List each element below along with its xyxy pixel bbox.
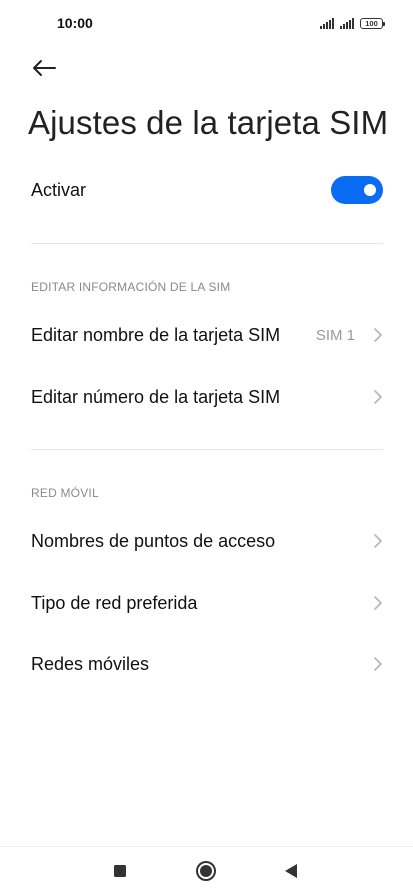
battery-level: 100	[365, 18, 378, 28]
apn-label: Nombres de puntos de acceso	[31, 530, 276, 551]
preferred-network-label: Tipo de red preferida	[31, 592, 198, 613]
page-title: Ajustes de la tarjeta SIM	[28, 104, 389, 141]
divider	[31, 243, 383, 244]
edit-sim-name-label: Editar nombre de la tarjeta SIM	[31, 324, 281, 345]
signal-icon	[340, 17, 354, 29]
mobile-networks-label: Redes móviles	[31, 653, 150, 674]
recents-button[interactable]	[108, 859, 132, 883]
chevron-right-icon	[371, 388, 385, 406]
home-circle-icon	[196, 861, 216, 881]
chevron-right-icon	[371, 326, 385, 344]
battery-icon: 100	[360, 17, 385, 29]
signal-icon	[320, 17, 334, 29]
section-header-mobile-network: RED MÓVIL	[31, 486, 99, 500]
chevron-right-icon	[371, 594, 385, 612]
activate-toggle[interactable]	[331, 176, 383, 204]
edit-sim-name-row[interactable]: Editar nombre de la tarjeta SIM SIM 1	[0, 312, 413, 358]
preferred-network-row[interactable]: Tipo de red preferida	[0, 580, 413, 626]
section-header-sim-info: EDITAR INFORMACIÓN DE LA SIM	[31, 280, 231, 294]
mobile-networks-row[interactable]: Redes móviles	[0, 641, 413, 687]
sim-name-value: SIM 1	[315, 326, 355, 344]
status-icons: 100	[320, 17, 385, 29]
sim-settings-screen: 10:00 100 Ajustes de la tarjeta SIM Acti…	[0, 0, 413, 896]
back-button[interactable]	[26, 52, 62, 84]
edit-sim-number-label: Editar número de la tarjeta SIM	[31, 386, 281, 407]
apn-row[interactable]: Nombres de puntos de acceso	[0, 518, 413, 564]
home-button[interactable]	[194, 859, 218, 883]
arrow-left-icon	[33, 60, 56, 76]
nav-back-button[interactable]	[279, 859, 303, 883]
activate-label: Activar	[31, 179, 87, 200]
edit-sim-number-row[interactable]: Editar número de la tarjeta SIM	[0, 374, 413, 420]
divider	[31, 449, 383, 450]
back-triangle-icon	[285, 864, 297, 878]
status-bar: 10:00 100	[0, 0, 413, 48]
recents-square-icon	[114, 865, 126, 877]
navigation-bar	[0, 847, 413, 896]
status-time: 10:00	[57, 15, 93, 31]
activate-row[interactable]: Activar	[0, 168, 413, 212]
toggle-knob	[364, 184, 376, 196]
chevron-right-icon	[371, 655, 385, 673]
chevron-right-icon	[371, 532, 385, 550]
